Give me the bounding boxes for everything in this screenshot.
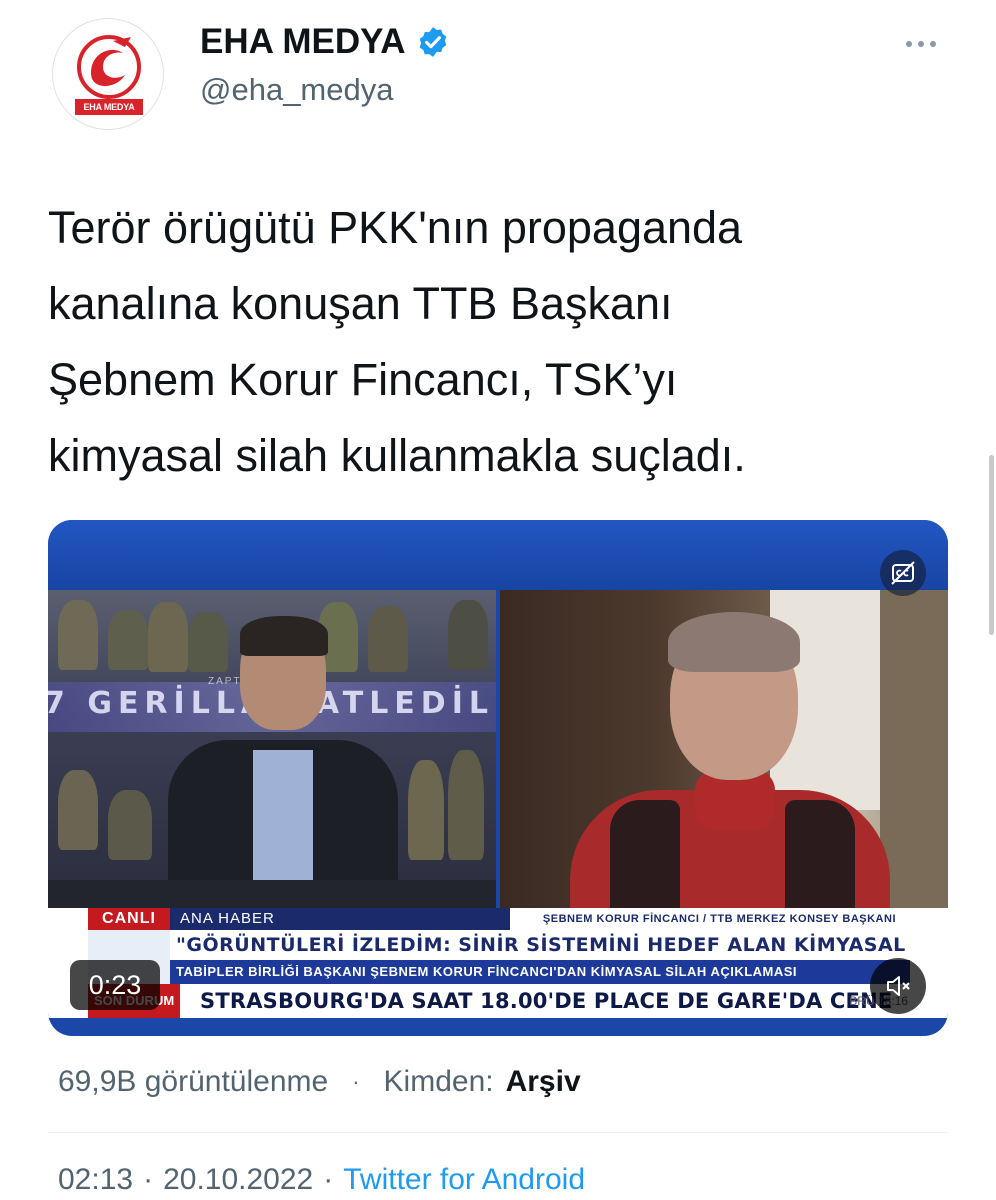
volume-muted-icon [887,976,910,996]
tweet-time[interactable]: 02:13 [58,1163,133,1197]
name-row: EHA MEDYA [200,20,450,64]
tweet-header: EHA MEDYA EHA MEDYA @eha_medya [0,0,996,150]
source-value[interactable]: Arşiv [506,1065,581,1099]
separator-dot: · [323,1163,334,1196]
divider [48,1132,948,1133]
live-label: CANLI [88,908,170,930]
avatar[interactable]: EHA MEDYA [52,18,164,130]
closed-captions-button[interactable] [880,550,926,596]
video-right-panel [500,590,948,910]
video-frame-top [48,520,948,590]
news-ticker: CANLI ANA HABER ŞEBNEM KORUR FİNCANCI / … [48,908,948,1018]
account-handle[interactable]: @eha_medya [200,72,393,108]
video-left-panel: ZAPTA KAMPINDA 7 GERİLLA KATLEDİLDİ [48,590,496,910]
view-count: 69,9B görüntülenme [58,1065,329,1098]
show-name: ANA HABER [170,908,510,930]
display-name[interactable]: EHA MEDYA [200,22,406,62]
closed-captions-off-icon [891,561,915,585]
client-link[interactable]: Twitter for Android [343,1163,585,1197]
separator-dot: · [143,1163,154,1196]
more-options-icon[interactable] [906,34,946,54]
tweet-text: Terör örügütü PKK'nın propaganda kanalın… [48,202,746,481]
source-label: Kimden: [383,1065,494,1098]
crawl-bar: SON DURUM STRASBOURG'DA SAAT 18.00'DE PL… [88,984,918,1018]
mute-button[interactable] [870,958,926,1014]
crawl-text: STRASBOURG'DA SAAT 18.00'DE PLACE DE GAR… [200,989,893,1013]
verified-badge-icon [419,27,446,57]
avatar-brand-label: EHA MEDYA [75,99,143,115]
separator-dot: · [352,1069,360,1094]
scrollbar[interactable] [988,0,996,1200]
guest-title: ŞEBNEM KORUR FİNCANCI / TTB MERKEZ KONSE… [510,908,910,930]
tweet-date[interactable]: 20.10.2022 [163,1163,313,1197]
video-player[interactable]: ZAPTA KAMPINDA 7 GERİLLA KATLEDİLDİ CANL… [48,520,948,1036]
video-elapsed-time: 0:23 [70,960,160,1010]
scrollbar-thumb[interactable] [989,455,994,635]
broadcast-headline: "GÖRÜNTÜLERİ İZLEDİM: SİNİR SİSTEMİNİ HE… [170,930,910,960]
tweet-stats: 69,9B görüntülenme · Kimden: Arşiv [58,1062,581,1102]
tweet-footer: 02:13 · 20.10.2022 · Twitter for Android [58,1160,585,1200]
broadcast-subheadline: TABİPLER BİRLİĞİ BAŞKANI ŞEBNEM KORUR Fİ… [170,960,910,984]
